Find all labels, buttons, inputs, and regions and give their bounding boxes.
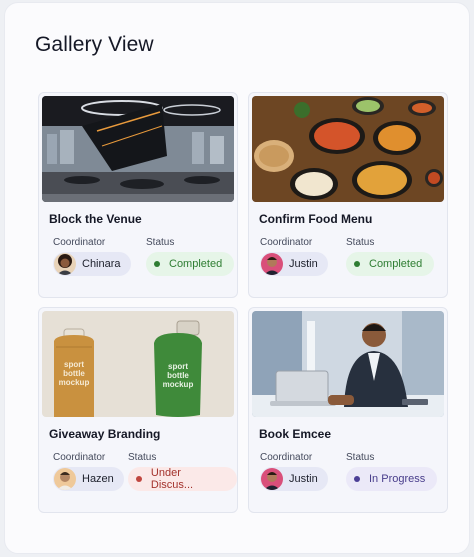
coordinator-label: Coordinator (53, 452, 106, 463)
avatar (261, 253, 283, 275)
avatar (54, 253, 76, 275)
card-image-emcee (252, 311, 444, 417)
status-badge[interactable]: In Progress (346, 467, 438, 491)
bottle-text: sport (64, 360, 84, 369)
card-title: Giveaway Branding (49, 427, 161, 441)
gallery-card-confirm-food[interactable]: Confirm Food Menu Coordinator Status Jus… (248, 92, 448, 298)
coordinator-label: Coordinator (260, 237, 313, 248)
bottle-text: bottle (63, 369, 85, 378)
bottle-text: mockup (59, 378, 90, 387)
card-image-bottles: sport bottle mockup sport bottle mockup (42, 311, 234, 417)
coordinator-name: Justin (289, 473, 318, 485)
status-badge[interactable]: Under Discus... (128, 467, 237, 491)
coordinator-chip[interactable]: Chinara (53, 252, 131, 276)
coordinator-label: Coordinator (260, 452, 313, 463)
gallery-card-block-venue[interactable]: Block the Venue Coordinator Status China… (38, 92, 238, 298)
coordinator-chip[interactable]: Justin (260, 467, 328, 491)
status-label: Status (346, 237, 375, 248)
status-dot (354, 261, 360, 267)
card-image-venue (42, 96, 234, 202)
avatar (261, 468, 283, 490)
status-badge[interactable]: Completed (346, 252, 435, 276)
card-image-food (252, 96, 444, 202)
coordinator-label: Coordinator (53, 237, 106, 248)
status-dot (136, 476, 142, 482)
coordinator-name: Chinara (82, 258, 121, 270)
coordinator-chip[interactable]: Hazen (53, 467, 124, 491)
bottle-text: mockup (163, 380, 194, 389)
coordinator-chip[interactable]: Justin (260, 252, 328, 276)
gallery-card-giveaway[interactable]: sport bottle mockup sport bottle mockup … (38, 307, 238, 513)
card-title: Confirm Food Menu (259, 212, 373, 226)
status-badge[interactable]: Completed (146, 252, 235, 276)
status-text: In Progress (369, 473, 426, 485)
status-label: Status (128, 452, 157, 463)
page-title: Gallery View (35, 33, 154, 56)
status-text: Under Discus... (150, 467, 194, 491)
bottle-text: sport (168, 362, 188, 371)
status-text: Completed (169, 258, 223, 270)
coordinator-name: Justin (289, 258, 318, 270)
avatar (54, 468, 76, 490)
gallery-panel: Gallery View Block the Venue Coordinator… (4, 2, 470, 554)
status-dot (354, 476, 360, 482)
gallery-card-book-emcee[interactable]: Book Emcee Coordinator Status Justin In … (248, 307, 448, 513)
status-label: Status (346, 452, 375, 463)
bottle-text: bottle (167, 371, 189, 380)
coordinator-name: Hazen (82, 473, 114, 485)
status-label: Status (146, 237, 175, 248)
card-title: Block the Venue (49, 212, 142, 226)
status-dot (154, 261, 160, 267)
card-title: Book Emcee (259, 427, 332, 441)
status-text: Completed (369, 258, 423, 270)
